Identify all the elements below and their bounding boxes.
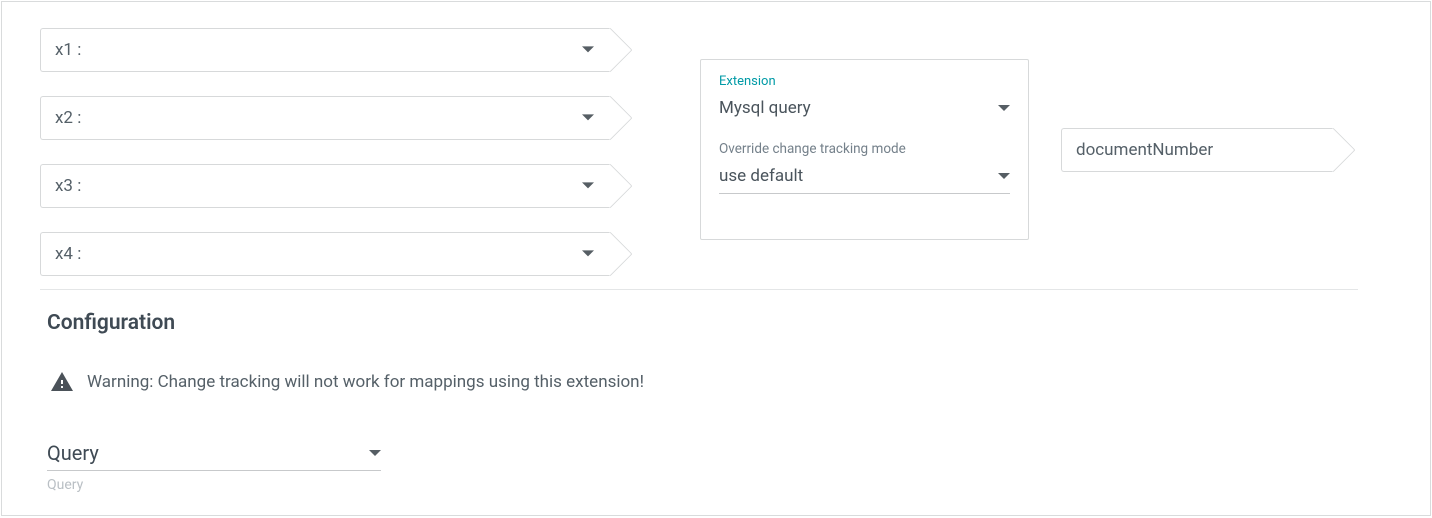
input-x2-dropdown[interactable]: x2 : bbox=[40, 96, 610, 140]
input-chip-row: x3 : bbox=[40, 164, 642, 208]
query-block: Query Query bbox=[47, 438, 381, 493]
select-underline bbox=[47, 470, 381, 471]
chevron-down-icon bbox=[582, 46, 594, 52]
configuration-heading: Configuration bbox=[47, 311, 175, 335]
chip-arrow-cap bbox=[609, 232, 640, 276]
chip-arrow-cap bbox=[609, 28, 640, 72]
chevron-down-icon bbox=[369, 450, 381, 456]
chevron-down-icon bbox=[582, 114, 594, 120]
chevron-down-icon bbox=[582, 182, 594, 188]
input-chip-stack: x1 : x2 : x3 : x4 : bbox=[40, 28, 642, 276]
warning-icon bbox=[49, 370, 75, 394]
chevron-down-icon bbox=[582, 250, 594, 256]
select-underline bbox=[719, 193, 1010, 194]
extension-select-value: Mysql query bbox=[719, 98, 811, 118]
override-tracking-label: Override change tracking mode bbox=[719, 141, 1010, 157]
extension-label: Extension bbox=[719, 74, 1010, 89]
output-field-label: documentNumber bbox=[1076, 140, 1213, 160]
input-x1-dropdown[interactable]: x1 : bbox=[40, 28, 610, 72]
input-chip-row: x4 : bbox=[40, 232, 642, 276]
input-x3-label: x3 : bbox=[55, 176, 81, 196]
input-chip-row: x1 : bbox=[40, 28, 642, 72]
chevron-down-icon bbox=[998, 173, 1010, 179]
warning-text: Warning: Change tracking will not work f… bbox=[87, 372, 644, 392]
query-select-value: Query bbox=[47, 441, 99, 465]
input-x2-label: x2 : bbox=[55, 108, 81, 128]
warning-row: Warning: Change tracking will not work f… bbox=[49, 370, 644, 394]
chip-arrow-cap bbox=[1332, 128, 1363, 172]
extension-select[interactable]: Mysql query bbox=[719, 93, 1010, 123]
override-tracking-select[interactable]: use default bbox=[719, 161, 1010, 191]
query-select[interactable]: Query bbox=[47, 438, 381, 468]
input-x1-label: x1 : bbox=[55, 40, 81, 60]
input-x4-label: x4 : bbox=[55, 244, 81, 264]
chip-arrow-cap bbox=[609, 164, 640, 208]
output-chip-wrap: documentNumber bbox=[1061, 128, 1363, 172]
output-field-chip[interactable]: documentNumber bbox=[1061, 128, 1333, 172]
extension-settings-card: Extension Mysql query Override change tr… bbox=[700, 59, 1029, 240]
override-tracking-select-value: use default bbox=[719, 166, 803, 186]
input-x4-dropdown[interactable]: x4 : bbox=[40, 232, 610, 276]
section-divider bbox=[40, 289, 1358, 290]
chip-arrow-cap bbox=[609, 96, 640, 140]
chevron-down-icon bbox=[998, 105, 1010, 111]
query-hint: Query bbox=[47, 477, 381, 493]
input-x3-dropdown[interactable]: x3 : bbox=[40, 164, 610, 208]
input-chip-row: x2 : bbox=[40, 96, 642, 140]
mapping-editor-panel: x1 : x2 : x3 : x4 : bbox=[1, 1, 1431, 516]
